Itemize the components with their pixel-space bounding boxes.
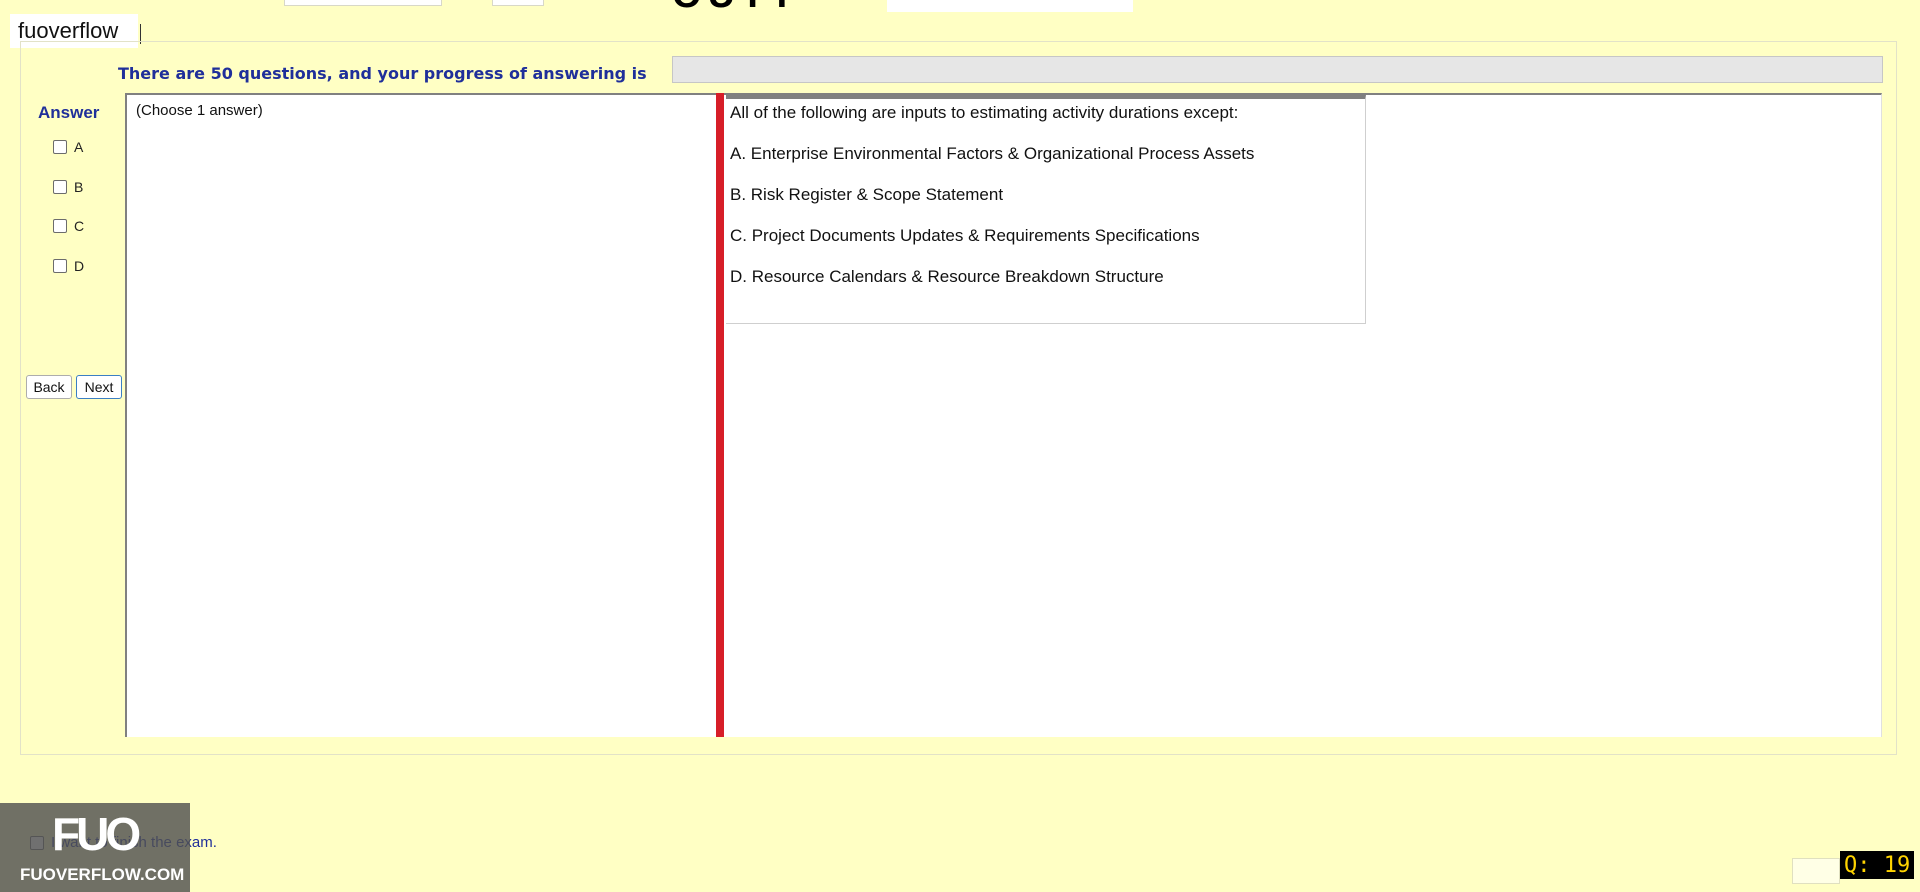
checkbox-d[interactable] [53,259,67,273]
next-button[interactable]: Next [76,375,122,399]
watermark-logo: FUO [52,808,141,860]
option-label: D [74,258,85,274]
progress-bar [672,56,1883,83]
checkbox-a[interactable] [53,140,67,154]
question-stem: All of the following are inputs to estim… [730,103,1239,122]
checkbox-b[interactable] [53,180,67,194]
option-label: A [74,139,84,155]
watermark: FUO FUOVERFLOW.COM [0,803,190,892]
option-label: C [74,218,85,234]
answer-heading: Answer [38,103,100,122]
back-button[interactable]: Back [26,375,72,399]
answer-option-a[interactable]: A [53,137,83,157]
top-logo-area [887,0,1133,12]
top-input-left[interactable] [284,0,442,6]
answer-option-b[interactable]: B [53,177,83,197]
question-choice-c: C. Project Documents Updates & Requireme… [730,226,1200,245]
question-choice-b: B. Risk Register & Scope Statement [730,185,1004,204]
exam-title: OUTT [672,0,799,17]
option-label: B [74,179,84,195]
choose-instruction: (Choose 1 answer) [136,102,263,119]
answer-instruction-pane: (Choose 1 answer) [125,93,718,737]
pane-splitter[interactable] [716,93,724,737]
top-input-small[interactable] [492,0,544,6]
answer-option-d[interactable]: D [53,256,84,276]
question-counter: Q: 19 [1840,851,1915,879]
question-choice-a: A. Enterprise Environmental Factors & Or… [730,144,1255,163]
bottom-tab [1792,858,1840,884]
question-pane: All of the following are inputs to estim… [724,93,1882,737]
checkbox-c[interactable] [53,219,67,233]
question-choice-d: D. Resource Calendars & Resource Breakdo… [730,267,1164,286]
question-box: All of the following are inputs to estim… [726,95,1366,324]
answer-option-c[interactable]: C [53,216,84,236]
progress-label: There are 50 questions, and your progres… [118,64,647,83]
watermark-site: FUOVERFLOW.COM [20,865,185,884]
